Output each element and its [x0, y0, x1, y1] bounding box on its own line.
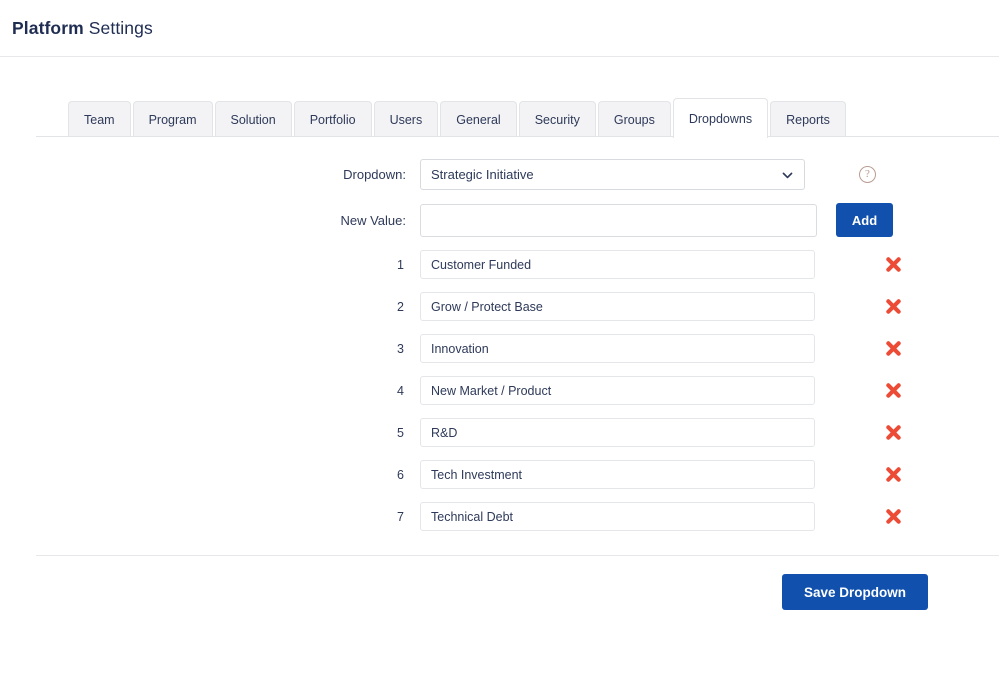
close-x-icon [884, 299, 903, 319]
dropdown-value-row: 4 [0, 376, 999, 405]
dropdown-value-row: 1 [0, 250, 999, 279]
page-title-light: Settings [88, 17, 153, 38]
close-x-icon [884, 467, 903, 487]
close-x-icon [884, 257, 903, 277]
delete-value-button[interactable] [884, 423, 903, 442]
close-x-icon [884, 425, 903, 445]
value-row-trailing [834, 297, 954, 316]
help-icon[interactable]: ? [859, 166, 876, 183]
row-number: 4 [397, 383, 404, 398]
dropdown-value-input[interactable] [420, 376, 815, 405]
dropdown-settings-panel: Dropdown: Strategic Initiative ? New Val… [0, 137, 999, 531]
dropdown-value-input[interactable] [420, 334, 815, 363]
value-row-trailing [834, 255, 954, 274]
dropdown-value-row: 2 [0, 292, 999, 321]
dropdown-value-row: 5 [0, 418, 999, 447]
tab-bar-region: Team Program Solution Portfolio Users General… [0, 57, 999, 138]
tab-general[interactable]: General [440, 101, 517, 137]
close-x-icon [884, 509, 903, 529]
save-dropdown-button[interactable]: Save Dropdown [781, 574, 928, 610]
dropdown-values-list: 1 2 3 4 5 6 7 [0, 250, 999, 531]
new-value-input[interactable] [420, 203, 817, 237]
page-title: Platform Settings [12, 18, 153, 39]
tab-portfolio[interactable]: Portfolio [293, 101, 372, 137]
dropdown-value-row: 7 [0, 502, 999, 531]
tab-program[interactable]: Program [132, 101, 213, 137]
row-number: 3 [397, 341, 404, 356]
page-title-strong: Platform [12, 17, 84, 38]
close-x-icon [884, 341, 903, 361]
dropdown-label: Dropdown: [343, 167, 406, 182]
value-row-trailing [834, 423, 954, 442]
row-number: 5 [397, 425, 404, 440]
tab-team[interactable]: Team [68, 101, 131, 137]
delete-value-button[interactable] [884, 465, 903, 484]
dropdown-value-input[interactable] [420, 292, 815, 321]
tab-bar-underline [36, 136, 999, 137]
tab-security[interactable]: Security [518, 101, 596, 137]
tab-solution[interactable]: Solution [214, 101, 292, 137]
dropdown-value-row: 3 [0, 334, 999, 363]
value-row-trailing [834, 465, 954, 484]
row-number: 1 [397, 257, 404, 272]
footer: Save Dropdown [0, 556, 999, 610]
delete-value-button[interactable] [884, 507, 903, 526]
dropdown-value-row: 6 [0, 460, 999, 489]
tab-users[interactable]: Users [373, 101, 439, 137]
add-button[interactable]: Add [836, 203, 893, 237]
new-value-label: New Value: [340, 212, 406, 228]
delete-value-button[interactable] [884, 297, 903, 316]
value-row-trailing [834, 507, 954, 526]
dropdown-value-input[interactable] [420, 502, 815, 531]
close-x-icon [884, 383, 903, 403]
delete-value-button[interactable] [884, 381, 903, 400]
dropdown-value-input[interactable] [420, 418, 815, 447]
value-row-trailing [834, 339, 954, 358]
tab-reports[interactable]: Reports [770, 101, 846, 137]
value-row-trailing [834, 381, 954, 400]
dropdown-value-input[interactable] [420, 460, 815, 489]
dropdown-select[interactable]: Strategic Initiative [420, 159, 805, 190]
dropdown-row-trailing: ? [824, 166, 944, 183]
delete-value-button[interactable] [884, 339, 903, 358]
row-number: 6 [397, 467, 404, 482]
row-number: 7 [397, 509, 404, 524]
tab-bar: Team Program Solution Portfolio Users General… [68, 57, 999, 138]
tab-groups[interactable]: Groups [597, 101, 671, 137]
new-value-row: New Value: Add [0, 203, 999, 237]
row-number: 2 [397, 299, 404, 314]
dropdown-select-wrapper: Strategic Initiative [420, 159, 805, 190]
new-value-row-trailing: Add [836, 203, 956, 237]
dropdown-value-input[interactable] [420, 250, 815, 279]
dropdown-select-row: Dropdown: Strategic Initiative ? [0, 159, 999, 190]
tab-dropdowns[interactable]: Dropdowns [672, 98, 769, 138]
delete-value-button[interactable] [884, 255, 903, 274]
page-header: Platform Settings [0, 0, 999, 57]
